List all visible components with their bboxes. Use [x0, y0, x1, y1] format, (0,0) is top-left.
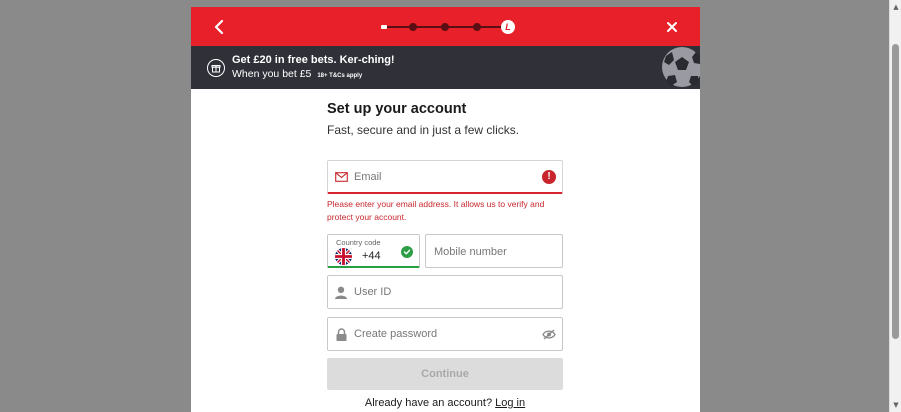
scroll-up-icon[interactable]: ▲	[890, 0, 901, 14]
country-code-select[interactable]: Country code +44	[327, 234, 420, 268]
progress-steps: L	[381, 19, 521, 35]
football-icon	[658, 46, 700, 89]
back-button[interactable]	[207, 15, 231, 39]
email-icon	[334, 170, 348, 184]
login-link[interactable]: Log in	[495, 397, 525, 409]
mobile-placeholder: Mobile number	[434, 246, 507, 258]
user-id-input[interactable]: User ID	[327, 275, 563, 309]
form-title: Set up your account	[327, 101, 467, 117]
password-placeholder: Create password	[354, 328, 438, 340]
page-scrollbar[interactable]: ▲ ▼	[889, 0, 901, 412]
gift-icon	[207, 59, 225, 77]
promo-terms: 18+ T&Cs apply	[317, 73, 363, 79]
scroll-thumb[interactable]	[892, 44, 899, 339]
chevron-left-icon	[214, 20, 224, 34]
promo-subtitle-text: When you bet £5	[232, 68, 312, 80]
signup-form: Set up your account Fast, secure and in …	[327, 101, 563, 409]
user-icon	[334, 285, 348, 299]
modal-header: L	[191, 7, 700, 46]
step-1-marker	[381, 25, 387, 29]
form-subtitle: Fast, secure and in just a few clicks.	[327, 123, 520, 137]
scroll-down-icon[interactable]: ▼	[890, 398, 901, 412]
uk-flag-icon	[335, 248, 352, 265]
email-placeholder: Email	[354, 171, 382, 183]
lock-icon	[334, 327, 348, 341]
continue-button[interactable]: Continue	[327, 358, 563, 390]
eye-off-icon[interactable]	[541, 327, 557, 341]
close-button[interactable]	[660, 15, 684, 39]
login-prompt: Already have an account? Log in	[327, 397, 563, 409]
password-input[interactable]: Create password	[327, 317, 563, 351]
step-2-dot	[409, 23, 417, 31]
email-error-message: Please enter your email address. It allo…	[327, 199, 545, 222]
promo-title: Get £20 in free bets. Ker-ching!	[232, 54, 395, 66]
email-field[interactable]: Email !	[327, 160, 563, 194]
registration-modal: L Get £20 in free bets. Ker-ching! When …	[191, 7, 700, 412]
login-prompt-text: Already have an account?	[364, 397, 493, 409]
close-icon	[667, 22, 677, 32]
step-4-dot	[473, 23, 481, 31]
user-id-placeholder: User ID	[354, 286, 392, 298]
country-code-label: Country code	[336, 238, 381, 247]
promo-banner[interactable]: Get £20 in free bets. Ker-ching! When yo…	[191, 46, 700, 89]
check-icon	[401, 246, 413, 258]
mobile-number-input[interactable]: Mobile number	[425, 234, 563, 268]
current-step-badge: L	[501, 20, 515, 34]
error-icon: !	[542, 170, 556, 184]
country-code-value: +44	[362, 250, 381, 262]
promo-subtitle: When you bet £5 18+ T&Cs apply	[232, 68, 362, 80]
step-3-dot	[441, 23, 449, 31]
